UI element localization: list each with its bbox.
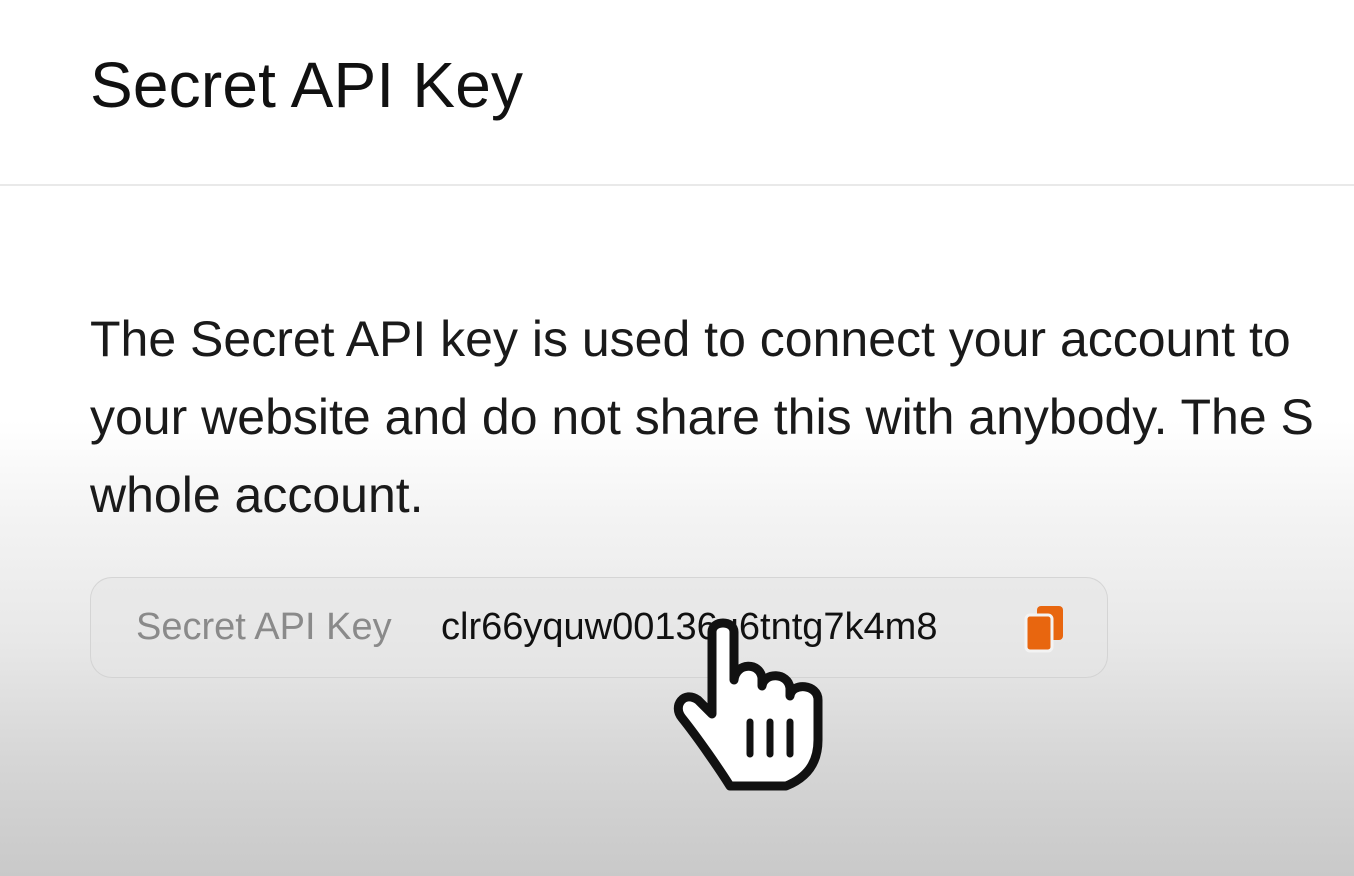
description-line-3: whole account.	[90, 467, 424, 523]
description-line-2: your website and do not share this with …	[90, 389, 1314, 445]
secret-key-value[interactable]: clr66yquw00136u6tntg7k4m8	[441, 606, 937, 649]
secret-key-label: Secret API Key	[136, 606, 392, 648]
secret-key-field[interactable]: Secret API Key clr66yquw00136u6tntg7k4m8	[90, 577, 1108, 678]
description-text: The Secret API key is used to connect yo…	[90, 300, 1354, 534]
page-title: Secret API Key	[90, 49, 524, 121]
description-line-1: The Secret API key is used to connect yo…	[90, 311, 1291, 367]
main-content: The Secret API key is used to connect yo…	[90, 300, 1354, 534]
page-header: Secret API Key	[0, 0, 1354, 186]
copy-icon[interactable]	[1023, 604, 1067, 654]
